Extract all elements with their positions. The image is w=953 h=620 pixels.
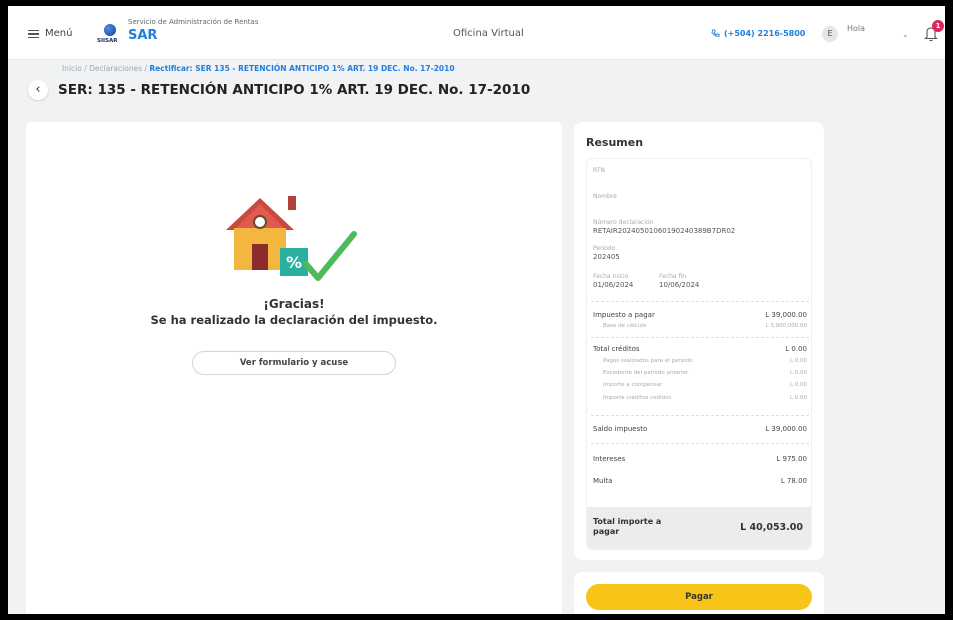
- divider: [591, 337, 809, 338]
- divider: [591, 443, 809, 444]
- breadcrumb-home[interactable]: Inicio: [62, 64, 82, 73]
- divider: [591, 301, 809, 302]
- compensar-row: Importe a compensar L 0.00: [593, 382, 807, 388]
- pay-container: Pagar: [574, 572, 824, 614]
- pagos-row: Pagos realizados para el período L 0.00: [593, 358, 807, 364]
- summary-panel: Resumen RTN Nombre Número declaración RE…: [574, 122, 824, 560]
- multa-value: L 78.00: [780, 477, 807, 485]
- excedente-row: Excedente del período anterior L 0.00: [593, 370, 807, 376]
- logo-text: SIISAR: [97, 38, 118, 44]
- periodo-value: 202405: [593, 253, 620, 261]
- success-title: ¡Gracias!: [263, 297, 325, 311]
- pay-button[interactable]: Pagar: [586, 584, 812, 610]
- divider: [591, 415, 809, 416]
- impuesto-value: L 39,000.00: [765, 311, 807, 319]
- saldo-label: Saldo impuesto: [593, 425, 648, 433]
- numero-label: Número declaración: [593, 219, 654, 226]
- compensar-label: Importe a compensar: [603, 382, 663, 388]
- top-bar: Menú SIISAR Servicio de Administración d…: [8, 6, 945, 60]
- base-row: Base de cálculo L 3,900,000.00: [593, 323, 807, 329]
- fecha-inicio-label: Fecha Inicio: [593, 273, 629, 280]
- phone-link[interactable]: (+504) 2216-5800: [711, 29, 805, 38]
- intereses-label: Intereses: [593, 455, 626, 463]
- summary-title: Resumen: [586, 136, 644, 149]
- app-window: Menú SIISAR Servicio de Administración d…: [8, 6, 945, 614]
- cedidos-row: Importe créditos cedidos L 0.00: [593, 395, 807, 401]
- menu-label: Menú: [45, 28, 73, 39]
- excedente-label: Excedente del período anterior: [603, 370, 689, 376]
- phone-number: (+504) 2216-5800: [724, 29, 806, 38]
- saldo-value: L 39,000.00: [765, 425, 807, 433]
- confirmation-panel: % ¡Gracias! Se ha realizado la declaraci…: [26, 122, 562, 614]
- pagos-label: Pagos realizados para el período: [603, 358, 693, 364]
- creditos-row: Total créditos L 0.00: [593, 345, 807, 353]
- page-title: SER: 135 - RETENCIÓN ANTICIPO 1% ART. 19…: [58, 82, 531, 98]
- base-value: L 3,900,000.00: [765, 323, 807, 329]
- total-label: Total importe a pagar: [593, 517, 662, 536]
- rtn-label: RTN: [593, 167, 605, 174]
- multa-row: Multa L 78.00: [593, 477, 807, 485]
- nombre-label: Nombre: [593, 193, 617, 200]
- breadcrumb-declaraciones[interactable]: Declaraciones: [89, 64, 142, 73]
- summary-details: RTN Nombre Número declaración RETAIR2024…: [586, 158, 812, 550]
- compensar-value: L 0.00: [789, 382, 807, 388]
- impuesto-row: Impuesto a pagar L 39,000.00: [593, 311, 807, 319]
- office-title: Oficina Virtual: [453, 28, 524, 39]
- avatar[interactable]: E: [822, 26, 838, 42]
- greeting: Hola: [847, 24, 866, 33]
- breadcrumb: Inicio / Declaraciones / Rectificar: SER…: [62, 64, 455, 73]
- numero-value: RETAIR20240501060190240389B7DR02: [593, 227, 736, 235]
- breadcrumb-current: Rectificar: SER 135 - RETENCIÓN ANTICIPO…: [149, 64, 455, 73]
- cedidos-value: L 0.00: [789, 395, 807, 401]
- creditos-label: Total créditos: [593, 345, 640, 353]
- fecha-inicio-value: 01/06/2024: [593, 281, 634, 289]
- total-box: Total importe a pagar L 40,053.00: [587, 507, 811, 549]
- sar-logo[interactable]: SIISAR: [96, 16, 126, 50]
- periodo-label: Periodo: [593, 245, 616, 252]
- back-button[interactable]: ‹: [28, 80, 48, 100]
- chevron-left-icon: ‹: [35, 82, 41, 97]
- total-value: L 40,053.00: [740, 522, 803, 533]
- fecha-fin-label: Fecha fin: [659, 273, 687, 280]
- view-form-button[interactable]: Ver formulario y acuse: [192, 351, 396, 375]
- notification-badge: 1: [932, 20, 944, 32]
- pagos-value: L 0.00: [789, 358, 807, 364]
- app-name: SAR: [128, 28, 158, 43]
- chevron-down-icon[interactable]: ⌄: [902, 30, 909, 39]
- menu-button[interactable]: Menú: [28, 28, 72, 39]
- base-label: Base de cálculo: [603, 323, 647, 329]
- hamburger-icon: [28, 29, 39, 38]
- multa-label: Multa: [593, 477, 613, 485]
- success-message: Se ha realizado la declaración del impue…: [150, 313, 438, 327]
- excedente-value: L 0.00: [789, 370, 807, 376]
- phone-icon: [711, 29, 720, 37]
- cedidos-label: Importe créditos cedidos: [603, 395, 672, 401]
- impuesto-label: Impuesto a pagar: [593, 311, 655, 319]
- globe-icon: [104, 24, 116, 36]
- creditos-value: L 0.00: [785, 345, 807, 353]
- saldo-row: Saldo impuesto L 39,000.00: [593, 425, 807, 433]
- svg-text:%: %: [286, 253, 302, 272]
- intereses-row: Intereses L 975.00: [593, 455, 807, 463]
- org-name: Servicio de Administración de Rentas: [128, 18, 259, 26]
- house-check-icon: %: [226, 196, 357, 281]
- fecha-fin-value: 10/06/2024: [659, 281, 700, 289]
- intereses-value: L 975.00: [776, 455, 807, 463]
